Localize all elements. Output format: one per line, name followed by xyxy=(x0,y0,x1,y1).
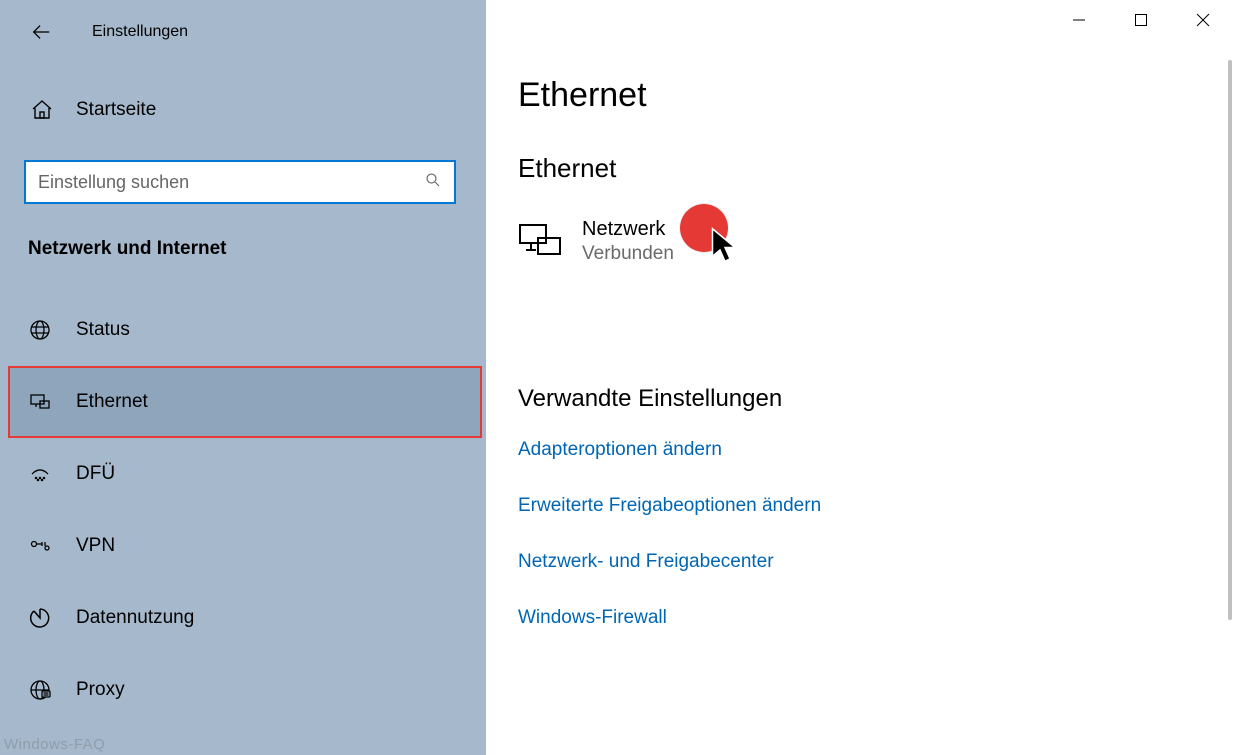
cursor-icon xyxy=(710,226,740,269)
network-text: Netzwerk Verbunden xyxy=(582,218,674,265)
minimize-button[interactable] xyxy=(1048,0,1110,40)
settings-window: Einstellungen Startseite xyxy=(0,0,1234,755)
minimize-icon xyxy=(1072,13,1086,27)
proxy-icon xyxy=(28,678,52,702)
network-name: Netzwerk xyxy=(582,218,674,241)
sidebar-item-label: DFÜ xyxy=(76,463,115,485)
vpn-icon xyxy=(28,534,52,558)
back-button[interactable] xyxy=(30,14,70,50)
link-adapteroptionen[interactable]: Adapteroptionen ändern xyxy=(518,439,722,461)
sidebar: Einstellungen Startseite xyxy=(0,0,486,755)
search-box[interactable] xyxy=(24,160,456,204)
related-settings-title: Verwandte Einstellungen xyxy=(518,385,1214,413)
app-title: Einstellungen xyxy=(92,23,188,41)
sidebar-home-label: Startseite xyxy=(76,99,156,121)
sidebar-item-proxy[interactable]: Proxy xyxy=(0,654,486,726)
link-windows-firewall[interactable]: Windows-Firewall xyxy=(518,607,667,629)
link-netzwerk-freigabecenter[interactable]: Netzwerk- und Freigabecenter xyxy=(518,551,774,573)
network-status: Verbunden xyxy=(582,243,674,265)
page-title: Ethernet xyxy=(518,76,1214,115)
maximize-icon xyxy=(1134,13,1148,27)
search-wrap xyxy=(24,160,462,204)
sidebar-item-status[interactable]: Status xyxy=(0,294,486,366)
arrow-left-icon xyxy=(30,21,52,43)
sidebar-category-title: Netzwerk und Internet xyxy=(0,238,486,260)
scrollbar[interactable] xyxy=(1228,60,1232,700)
network-item[interactable]: Netzwerk Verbunden xyxy=(518,218,674,265)
sidebar-item-datennutzung[interactable]: Datennutzung xyxy=(0,582,486,654)
globe-icon xyxy=(28,318,52,342)
related-links-list: Adapteroptionen ändern Erweiterte Freiga… xyxy=(518,439,1214,629)
search-icon xyxy=(424,171,442,194)
sidebar-item-label: VPN xyxy=(76,535,115,557)
ethernet-network-icon xyxy=(518,222,564,262)
sidebar-nav: Status Ethernet xyxy=(0,294,486,726)
scrollbar-thumb[interactable] xyxy=(1228,60,1232,620)
sidebar-item-label: Status xyxy=(76,319,130,341)
sidebar-item-ethernet[interactable]: Ethernet xyxy=(8,366,482,438)
sidebar-item-label: Ethernet xyxy=(76,391,148,413)
sidebar-home[interactable]: Startseite xyxy=(0,86,486,134)
sidebar-item-label: Proxy xyxy=(76,679,125,701)
sidebar-item-vpn[interactable]: VPN xyxy=(0,510,486,582)
ethernet-icon xyxy=(28,390,52,414)
section-title: Ethernet xyxy=(518,153,1214,184)
home-icon xyxy=(30,98,54,122)
dialup-icon xyxy=(28,462,52,486)
maximize-button[interactable] xyxy=(1110,0,1172,40)
main-content: Ethernet Ethernet Netzwerk Verbunden xyxy=(486,0,1234,755)
sidebar-item-label: Datennutzung xyxy=(76,607,194,629)
datausage-icon xyxy=(28,606,52,630)
link-erweiterte-freigabe[interactable]: Erweiterte Freigabeoptionen ändern xyxy=(518,495,821,517)
close-button[interactable] xyxy=(1172,0,1234,40)
sidebar-header: Einstellungen xyxy=(0,14,486,50)
sidebar-item-dfu[interactable]: DFÜ xyxy=(0,438,486,510)
titlebar-controls xyxy=(1048,0,1234,40)
search-input[interactable] xyxy=(38,172,424,193)
close-icon xyxy=(1196,13,1210,27)
